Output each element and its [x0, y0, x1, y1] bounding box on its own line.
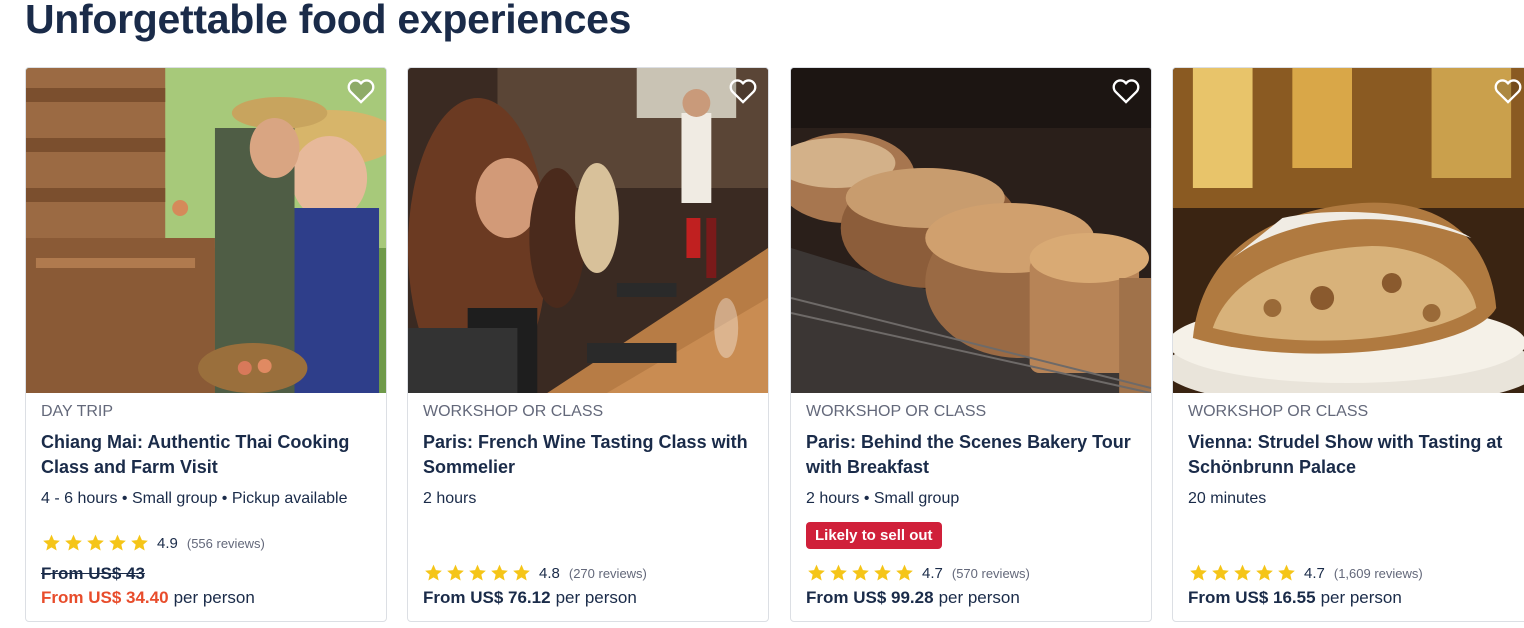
star-icon	[447, 564, 464, 581]
star-icon	[1234, 564, 1251, 581]
price: From US$ 76.12 per person	[423, 588, 637, 608]
price-amount: From US$ 34.40	[41, 588, 169, 607]
star-icon	[425, 564, 442, 581]
star-icon	[109, 534, 126, 551]
activity-category: DAY TRIP	[41, 403, 114, 420]
price-unit: per person	[555, 588, 637, 607]
star-icon	[491, 564, 508, 581]
rating-stars	[1188, 563, 1297, 583]
star-icon	[513, 564, 530, 581]
rating: 4.7 (1,609 reviews)	[1188, 563, 1423, 583]
activity-card-list: DAY TRIP Chiang Mai: Authentic Thai Cook…	[25, 67, 1524, 627]
rating-stars	[41, 533, 150, 553]
activity-card[interactable]: WORKSHOP OR CLASS Paris: Behind the Scen…	[790, 67, 1152, 622]
star-icon	[852, 564, 869, 581]
star-icon	[87, 534, 104, 551]
activity-details: 2 hours • Small group	[806, 490, 960, 507]
price: From US$ 16.55 per person	[1188, 588, 1402, 608]
rating-stars	[423, 563, 532, 583]
activity-category: WORKSHOP OR CLASS	[806, 403, 987, 420]
activity-image[interactable]	[791, 68, 1151, 393]
star-icon	[131, 534, 148, 551]
activity-card[interactable]: WORKSHOP OR CLASS Vienna: Strudel Show w…	[1172, 67, 1524, 622]
cooking-farm-photo	[26, 68, 386, 393]
star-icon	[1278, 564, 1295, 581]
card-body: DAY TRIP Chiang Mai: Authentic Thai Cook…	[41, 393, 372, 621]
rating-stars	[806, 563, 915, 583]
star-icon	[1256, 564, 1273, 581]
rating: 4.8 (270 reviews)	[423, 563, 647, 583]
activity-details: 20 minutes	[1188, 490, 1267, 507]
heart-outline-icon	[347, 79, 375, 104]
price-unit: per person	[1320, 588, 1402, 607]
page: Unforgettable food experiences DAY TRIP …	[0, 0, 1524, 628]
heart-outline-icon	[1494, 79, 1522, 104]
activity-title[interactable]: Paris: French Wine Tasting Class with So…	[423, 430, 754, 480]
heart-outline-icon	[1112, 79, 1140, 104]
price-unit: per person	[173, 588, 255, 607]
star-icon	[1190, 564, 1207, 581]
likely-to-sell-out-badge: Likely to sell out	[806, 522, 942, 549]
wishlist-button[interactable]	[346, 76, 376, 106]
activity-card[interactable]: DAY TRIP Chiang Mai: Authentic Thai Cook…	[25, 67, 387, 622]
star-icon	[1212, 564, 1229, 581]
activity-category: WORKSHOP OR CLASS	[1188, 403, 1369, 420]
activity-title[interactable]: Paris: Behind the Scenes Bakery Tour wit…	[806, 430, 1137, 480]
star-icon	[65, 534, 82, 551]
review-count: (570 reviews)	[951, 565, 1030, 581]
section-title: Unforgettable food experiences	[25, 0, 632, 42]
original-price: From US$ 43	[41, 564, 145, 583]
rating: 4.9 (556 reviews)	[41, 533, 265, 553]
heart-outline-icon	[729, 79, 757, 104]
star-icon	[830, 564, 847, 581]
rating-value: 4.9	[157, 534, 178, 552]
activity-image[interactable]	[408, 68, 768, 393]
rating-value: 4.7	[1304, 564, 1325, 582]
card-body: WORKSHOP OR CLASS Paris: French Wine Tas…	[423, 393, 754, 621]
rating: 4.7 (570 reviews)	[806, 563, 1030, 583]
activity-image[interactable]	[26, 68, 386, 393]
star-icon	[808, 564, 825, 581]
wine-tasting-photo	[408, 68, 768, 393]
bakery-bread-photo	[791, 68, 1151, 393]
review-count: (1,609 reviews)	[1333, 565, 1423, 581]
activity-details: 4 - 6 hours • Small group • Pickup avail…	[41, 490, 348, 507]
rating-value: 4.8	[539, 564, 560, 582]
price-amount: From US$ 76.12	[423, 588, 551, 607]
activity-category: WORKSHOP OR CLASS	[423, 403, 604, 420]
activity-title[interactable]: Chiang Mai: Authentic Thai Cooking Class…	[41, 430, 372, 480]
activity-card[interactable]: WORKSHOP OR CLASS Paris: French Wine Tas…	[407, 67, 769, 622]
activity-details: 2 hours	[423, 490, 477, 507]
wishlist-button[interactable]	[728, 76, 758, 106]
price-amount: From US$ 99.28	[806, 588, 934, 607]
price-amount: From US$ 16.55	[1188, 588, 1316, 607]
price-unit: per person	[938, 588, 1020, 607]
wishlist-button[interactable]	[1111, 76, 1141, 106]
price: From US$ 34.40 per person	[41, 588, 255, 608]
star-icon	[43, 534, 60, 551]
star-icon	[874, 564, 891, 581]
card-body: WORKSHOP OR CLASS Vienna: Strudel Show w…	[1188, 393, 1519, 621]
strudel-photo	[1173, 68, 1524, 393]
activity-title[interactable]: Vienna: Strudel Show with Tasting at Sch…	[1188, 430, 1519, 480]
review-count: (270 reviews)	[568, 565, 647, 581]
card-body: WORKSHOP OR CLASS Paris: Behind the Scen…	[806, 393, 1137, 621]
star-icon	[469, 564, 486, 581]
star-icon	[896, 564, 913, 581]
wishlist-button[interactable]	[1493, 76, 1523, 106]
rating-value: 4.7	[922, 564, 943, 582]
review-count: (556 reviews)	[186, 535, 265, 551]
price: From US$ 99.28 per person	[806, 588, 1020, 608]
activity-image[interactable]	[1173, 68, 1524, 393]
